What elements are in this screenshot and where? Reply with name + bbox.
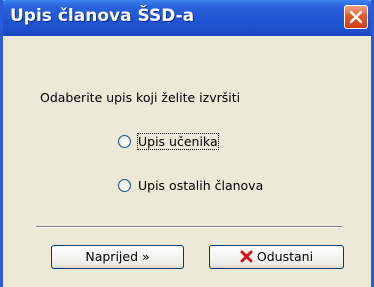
window-title: Upis članova ŠSD-a [10,6,195,26]
close-icon [349,10,363,24]
radio-button-ucenici[interactable] [118,135,131,148]
dialog-window: Upis članova ŠSD-a Odaberite upis koji ž… [0,0,374,287]
next-button[interactable]: Naprijed » [51,245,184,269]
cancel-button[interactable]: Odustani [209,245,344,269]
radio-button-ostali[interactable] [118,179,131,192]
radio-label-ucenici[interactable]: Upis učenika [137,133,219,150]
red-x-icon [240,250,253,263]
cancel-button-label: Odustani [256,249,314,264]
prompt-label: Odaberite upis koji želite izvršiti [40,90,241,105]
radio-label-ostali[interactable]: Upis ostalih članova [138,178,263,193]
next-button-label: Naprijed » [85,249,150,264]
separator-line [36,226,342,228]
title-bar[interactable]: Upis članova ŠSD-a [3,0,371,36]
close-button[interactable] [344,5,368,29]
